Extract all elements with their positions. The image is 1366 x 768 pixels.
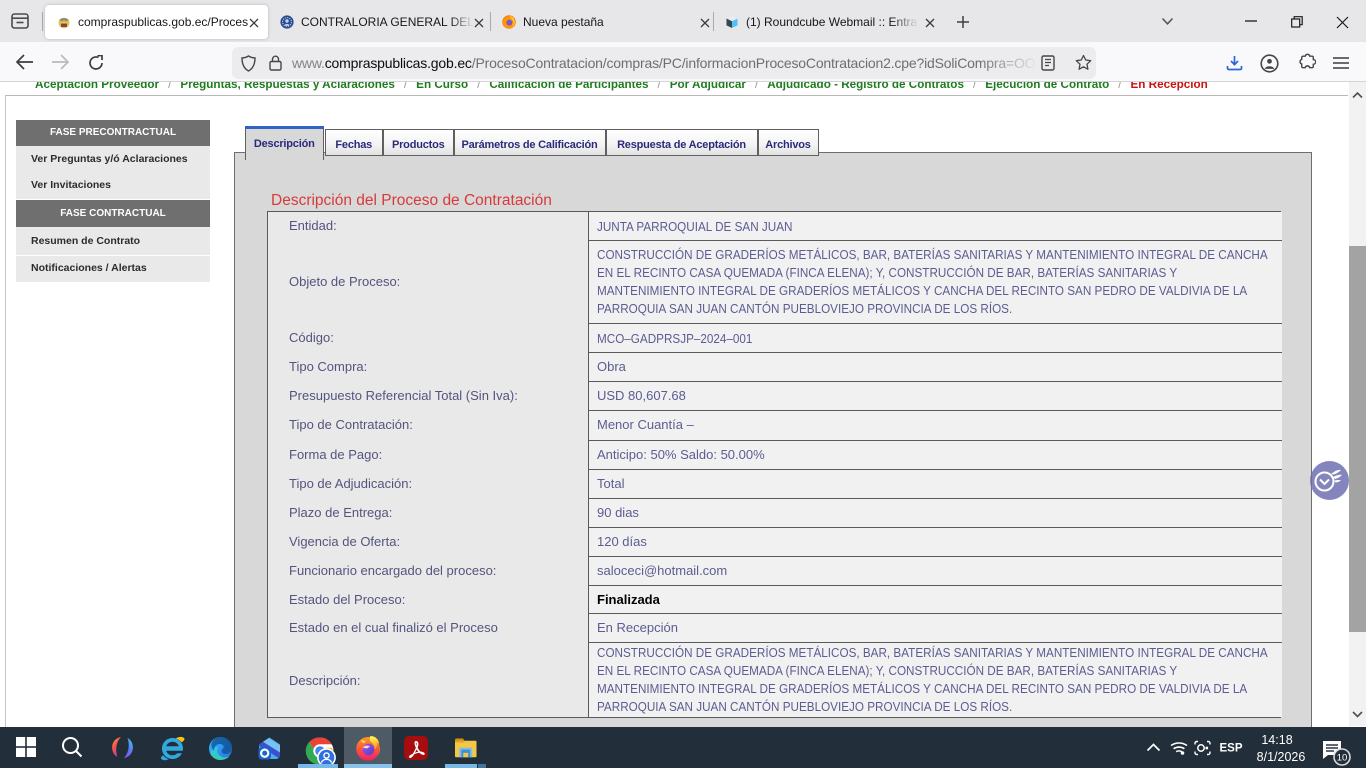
svg-text:8/1/2026: 8/1/2026 xyxy=(1257,750,1306,764)
svg-text:14:18: 14:18 xyxy=(1261,733,1292,747)
svg-text:10: 10 xyxy=(1337,752,1348,763)
